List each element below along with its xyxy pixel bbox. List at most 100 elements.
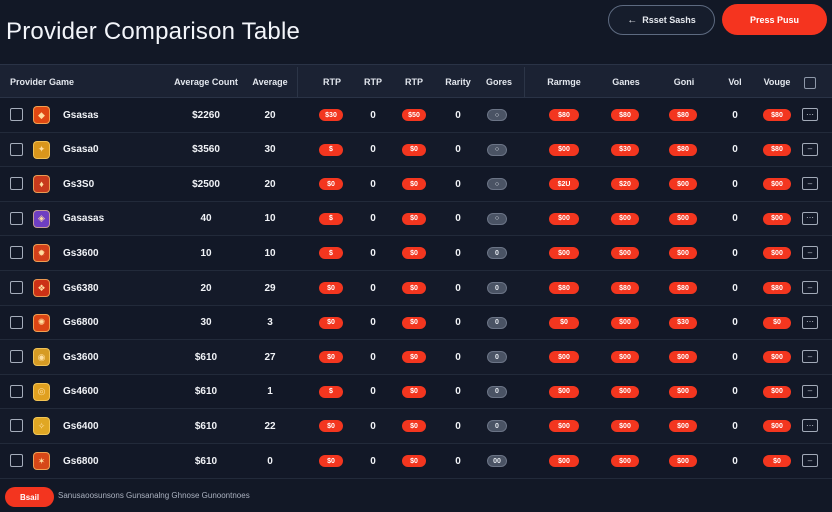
rtp-2-value: 0	[370, 317, 376, 329]
vouge-pill: $0	[763, 455, 791, 467]
gores-toggle[interactable]: 0	[487, 385, 507, 398]
provider-name: Gs6800	[63, 455, 99, 467]
row-checkbox[interactable]	[10, 454, 23, 467]
row-menu-button[interactable]: –	[802, 177, 818, 191]
rtp-1-pill: $0	[319, 420, 343, 433]
row-checkbox[interactable]	[10, 315, 23, 329]
footer-button[interactable]: Bsail	[5, 487, 54, 507]
vouge-pill: $80	[763, 282, 791, 294]
row-checkbox[interactable]	[10, 246, 23, 260]
table-row[interactable]: ◉ Gs3600 $610 27 $0 $0 $00 $00 $00 $00 0 0 0 0 –	[0, 340, 832, 375]
rtp-3-pill: $0	[402, 178, 426, 191]
rtp-1-pill: $30	[319, 109, 343, 121]
col-header-gores[interactable]: Gores	[479, 65, 519, 99]
gores-toggle[interactable]: 0	[487, 351, 507, 364]
col-header-rtp-2[interactable]: RTP	[355, 65, 391, 99]
row-checkbox[interactable]	[10, 142, 23, 156]
row-menu-button[interactable]: ⋯	[802, 315, 818, 329]
table-row[interactable]: ✶ Gs6800 $610 0 $0 $0 $00 $00 $00 $0 0 0 00 0–	[0, 444, 832, 479]
gores-toggle[interactable]: 0	[487, 316, 507, 329]
col-header-provider[interactable]: Provider Game	[10, 65, 74, 99]
reset-button[interactable]: ← Rsset Sashs	[608, 5, 715, 35]
row-checkbox[interactable]	[10, 211, 23, 225]
ganes-pill: $00	[611, 455, 639, 467]
primary-action-button[interactable]: Press Pusu	[722, 4, 827, 35]
average-value: 27	[264, 351, 276, 363]
col-header-goni[interactable]: Goni	[664, 65, 704, 99]
row-menu-button[interactable]: ⋯	[802, 108, 818, 121]
row-menu-button[interactable]: –	[802, 246, 818, 260]
footer-text: Sanusaoosunsons Gunsanalng Ghnose Gunoon…	[58, 491, 250, 500]
rarmge-pill: $00	[549, 351, 579, 364]
vouge-pill: $80	[763, 109, 791, 121]
goni-pill: $00	[669, 385, 697, 398]
table-row[interactable]: ❖ Gs6380 20 29 $0 $0 $80 $80 $80 $80 0 0 0 0 –	[0, 271, 832, 306]
row-checkbox[interactable]	[10, 350, 23, 364]
rtp-1-pill: $0	[319, 282, 343, 294]
col-header-average[interactable]: Average	[246, 65, 294, 99]
select-columns-checkbox[interactable]	[804, 77, 816, 89]
provider-name: Gs3S0	[63, 178, 95, 190]
row-checkbox[interactable]	[10, 384, 23, 398]
gores-toggle[interactable]: ○	[487, 143, 507, 156]
row-menu-button[interactable]: –	[802, 384, 818, 398]
provider-logo-glyph: ✧	[37, 420, 46, 431]
col-header-rtp-1[interactable]: RTP	[313, 65, 351, 99]
average-count-value: 10	[200, 247, 212, 259]
col-header-ganes[interactable]: Ganes	[602, 65, 650, 99]
provider-name: Gs4600	[63, 386, 99, 398]
vol-value: 0	[732, 455, 738, 467]
table-row[interactable]: ✧ Gs6400 $610 22 $0 $0 $00 $00 $00 $00 0 0 0 0 ⋯	[0, 409, 832, 444]
table-row[interactable]: ◎ Gs4600 $610 1 $ $0 $00 $00 $00 $00 0 0 0 0 –	[0, 374, 832, 410]
col-header-rarmge[interactable]: Rarmge	[540, 65, 588, 99]
table-row[interactable]: ♦ Gs3S0 $2500 20 $0 $0 $2U $20 $00 $00 0 0 ○ 0 –	[0, 167, 832, 202]
rtp-1-pill: $0	[319, 455, 343, 467]
rtp-3-pill: $0	[402, 351, 426, 364]
ganes-pill: $20	[611, 178, 639, 191]
provider-logo-icon: ❖	[33, 279, 50, 297]
provider-name: Gs3600	[63, 247, 99, 259]
row-menu-button[interactable]: ⋯	[802, 211, 818, 225]
provider-logo-glyph: ✦	[37, 144, 46, 155]
vouge-pill: $00	[763, 212, 791, 225]
gores-toggle[interactable]: 0	[487, 247, 507, 260]
table-row[interactable]: ✦ Gsasa0 $3560 30 $ $0 $00 $30 $80 $80 0 0 ○ 0 –	[0, 132, 832, 168]
gores-toggle[interactable]: 00	[487, 455, 507, 467]
row-menu-button[interactable]: ⋯	[802, 419, 818, 433]
gores-toggle[interactable]: ○	[487, 109, 507, 121]
table-row[interactable]: ✺ Gs6800 30 3 $0 $0 $0 $00 $30 $0 0 0 0 0 ⋯	[0, 305, 832, 341]
vol-value: 0	[732, 420, 738, 432]
row-menu-button[interactable]: –	[802, 454, 818, 467]
col-header-rarity[interactable]: Rarity	[440, 65, 476, 99]
vouge-pill: $00	[763, 351, 791, 364]
col-header-average-count[interactable]: Average Count	[168, 65, 244, 99]
rtp-1-pill: $	[319, 247, 343, 260]
gores-toggle[interactable]: 0	[487, 420, 507, 433]
arrow-left-icon: ←	[627, 14, 638, 26]
row-checkbox[interactable]	[10, 108, 23, 121]
col-header-vouge[interactable]: Vouge	[756, 65, 798, 99]
gores-toggle[interactable]: ○	[487, 178, 507, 191]
gores-toggle[interactable]: ○	[487, 212, 507, 225]
gores-toggle[interactable]: 0	[487, 282, 507, 294]
rtp-2-value: 0	[370, 247, 376, 259]
rtp-3-pill: $0	[402, 455, 426, 467]
col-header-vol[interactable]: Vol	[720, 65, 750, 99]
row-checkbox[interactable]	[10, 281, 23, 294]
table-row[interactable]: ◆ Gsasas $2260 20 $30 $50 $80 $80 $80 $80 0 0 ○ 0 ⋯	[0, 98, 832, 133]
table-row[interactable]: ◈ Gasasas 40 10 $ $0 $00 $00 $00 $00 0 0 ○ 0 ⋯	[0, 201, 832, 237]
vouge-pill: $80	[763, 143, 791, 156]
row-menu-button[interactable]: –	[802, 350, 818, 364]
row-menu-button[interactable]: –	[802, 281, 818, 294]
col-header-rtp-3[interactable]: RTP	[395, 65, 433, 99]
rtp-1-pill: $0	[319, 351, 343, 364]
table-row[interactable]: ✹ Gs3600 10 10 $ $0 $00 $00 $00 $00 0 0 0 0 –	[0, 236, 832, 271]
rtp-2-value: 0	[370, 455, 376, 467]
ganes-pill: $00	[611, 316, 639, 329]
rtp-2-value: 0	[370, 178, 376, 190]
row-checkbox[interactable]	[10, 419, 23, 433]
row-menu-button[interactable]: –	[802, 142, 818, 156]
goni-pill: $00	[669, 420, 697, 433]
average-count-value: $610	[194, 351, 218, 363]
row-checkbox[interactable]	[10, 177, 23, 191]
